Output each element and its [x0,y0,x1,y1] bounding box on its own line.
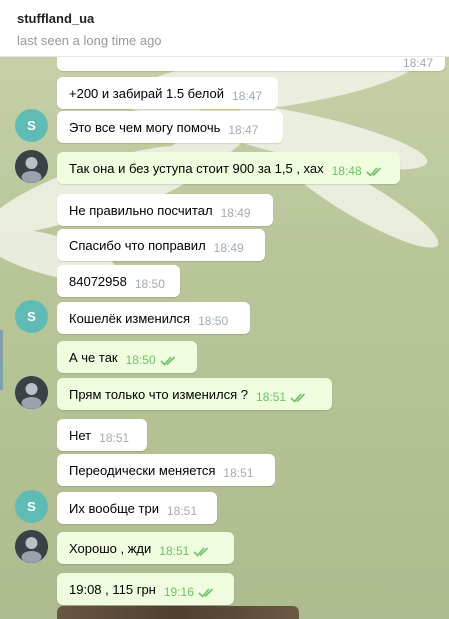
message-outgoing[interactable]: 19:08 , 115 грн 19:16 [57,573,234,605]
message-text: 84072958 [69,273,127,289]
scroll-indicator [0,330,3,390]
user-avatar[interactable] [15,376,48,409]
message-time: 18:51 [159,544,190,558]
message-time: 18:47 [232,89,263,103]
message-time: 18:50 [198,314,229,328]
message-time: 18:51 [223,466,254,480]
user-avatar-image [15,530,48,563]
message-time: 18:51 [166,504,197,518]
message-text: Нет [69,427,92,443]
user-avatar[interactable] [15,150,48,183]
message-time: 18:51 [256,390,287,404]
user-avatar-image [15,376,48,409]
message-text: Хорошо , жди [69,540,152,556]
message-incoming[interactable]: Не правильно посчитал 18:49 [57,194,273,226]
message-text: 19:08 , 115 грн [69,581,156,597]
read-checkmarks-icon [198,587,213,598]
message-outgoing[interactable]: А че так 18:50 [57,341,197,373]
chat-header[interactable]: stuffland_ua last seen a long time ago [0,0,449,57]
message-outgoing[interactable]: Прям только что изменился ? 18:51 [57,378,332,410]
message-text: А че так [69,349,118,365]
message-text: Спасибо что поправил [69,237,206,253]
message-time: 18:49 [220,206,251,220]
message-time: 18:49 [213,241,244,255]
user-avatar[interactable] [15,530,48,563]
message-outgoing[interactable]: Так она и без уступа стоит 900 за 1,5 , … [57,152,400,184]
contact-avatar[interactable]: S [15,300,48,333]
avatar-initial: S [27,499,36,514]
contact-status: last seen a long time ago [17,33,162,48]
message-time: 18:50 [125,353,156,367]
contact-avatar[interactable]: S [15,490,48,523]
message-text: Прям только что изменился ? [69,386,249,402]
message-text: Не правильно посчитал [69,202,213,218]
message-incoming[interactable]: 84072958 18:50 [57,265,180,297]
message-time: 19:16 [163,585,194,599]
message-incoming[interactable]: +200 и забирай 1.5 белой 18:47 [57,77,278,109]
user-avatar-image [15,150,48,183]
read-checkmarks-icon [366,166,381,177]
message-text: Кошелёк изменился [69,310,191,326]
message-text: Их вообще три [69,500,159,516]
message-time: 18:47 [228,123,259,137]
message-incoming[interactable]: Это все чем могу помочь 18:47 [57,111,283,143]
contact-name[interactable]: stuffland_ua [17,11,94,26]
read-checkmarks-icon [290,392,306,403]
message-time: 18:48 [331,164,362,178]
message-outgoing[interactable]: Хорошо , жди 18:51 [57,532,234,564]
message-incoming[interactable]: Их вообще три 18:51 [57,492,217,524]
image-message-preview[interactable] [57,606,299,619]
message-incoming[interactable]: Кошелёк изменился 18:50 [57,302,250,334]
avatar-initial: S [27,118,36,133]
message-incoming[interactable]: Переодически меняется 18:51 [57,454,275,486]
message-incoming[interactable]: Спасибо что поправил 18:49 [57,229,265,261]
message-text: Так она и без уступа стоит 900 за 1,5 , … [69,160,324,176]
message-time: 18:47 [402,56,433,70]
read-checkmarks-icon [193,546,209,557]
message-text: Это все чем могу помочь [69,119,221,135]
message-time: 18:51 [99,431,130,445]
message-text: +200 и забирай 1.5 белой [69,85,225,101]
contact-avatar[interactable]: S [15,109,48,142]
read-checkmarks-icon [160,355,175,366]
message-incoming[interactable]: Нет 18:51 [57,419,147,451]
message-text: Переодически меняется [69,462,216,478]
avatar-initial: S [27,309,36,324]
message-time: 18:50 [134,277,165,291]
